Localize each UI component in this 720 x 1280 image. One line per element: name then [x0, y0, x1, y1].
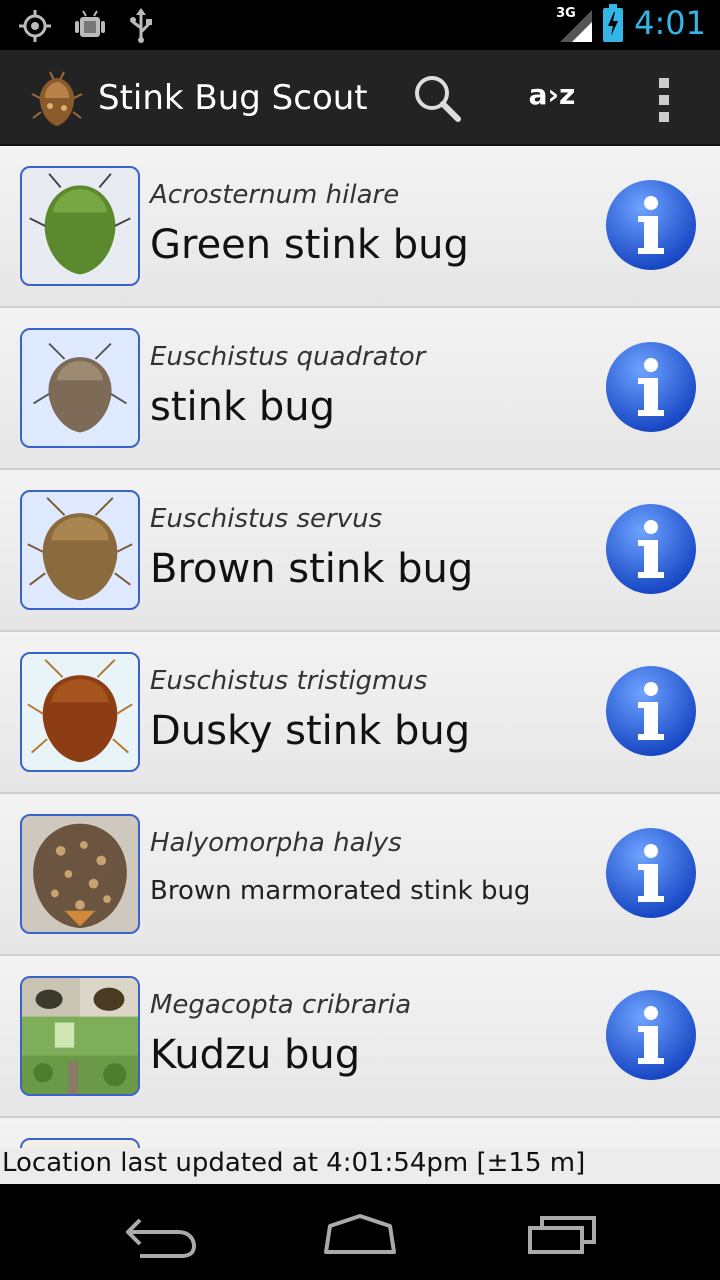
- list-item[interactable]: Euschistus quadrator stink bug: [0, 308, 720, 470]
- recent-apps-icon[interactable]: [522, 1208, 602, 1258]
- species-thumbnail: [20, 652, 140, 772]
- scientific-name: Acrosternum hilare: [150, 180, 400, 210]
- scientific-name: Megacopta cribraria: [150, 990, 412, 1020]
- bug-image-green: [29, 173, 131, 275]
- search-icon[interactable]: [410, 72, 466, 124]
- action-bar: Stink Bug Scout a›z: [0, 50, 720, 146]
- overflow-menu-icon[interactable]: [650, 74, 678, 126]
- sort-az-button[interactable]: a›z: [520, 78, 584, 111]
- location-status: Location last updated at 4:01:54pm [±15 …: [0, 1148, 720, 1184]
- info-icon[interactable]: [604, 826, 698, 920]
- common-name: Brown stink bug: [150, 546, 474, 592]
- info-icon[interactable]: [604, 988, 698, 1082]
- signal-indicator: 3G: [556, 4, 593, 42]
- usb-icon: [130, 8, 152, 43]
- list-item[interactable]: Megacopta cribraria Kudzu bug: [0, 956, 720, 1118]
- bug-image-gray: [33, 342, 127, 433]
- species-thumbnail: [20, 814, 140, 934]
- list-item[interactable]: Euschistus tristigmus Dusky stink bug: [0, 632, 720, 794]
- info-icon[interactable]: [604, 664, 698, 758]
- scientific-name: Halyomorpha halys: [150, 828, 402, 858]
- common-name: stink bug: [150, 384, 335, 430]
- info-icon[interactable]: [604, 178, 698, 272]
- app-title: Stink Bug Scout: [98, 78, 368, 118]
- common-name: Dusky stink bug: [150, 708, 471, 754]
- signal-icon: [560, 10, 593, 42]
- list-item[interactable]: Euschistus servus Brown stink bug: [0, 470, 720, 632]
- common-name: Brown marmorated stink bug: [150, 876, 531, 906]
- home-icon[interactable]: [320, 1208, 400, 1258]
- common-name: Green stink bug: [150, 222, 469, 268]
- status-icons-right: 3G 4:01: [556, 4, 706, 42]
- android-debug-icon: [75, 10, 105, 37]
- bug-image-brown: [27, 497, 133, 601]
- battery-icon: [603, 4, 624, 42]
- common-name: Kudzu bug: [150, 1032, 361, 1078]
- navigation-bar: [0, 1184, 720, 1280]
- species-thumbnail: [20, 328, 140, 448]
- species-thumbnail: [20, 976, 140, 1096]
- status-icons-left: [18, 8, 154, 44]
- species-list[interactable]: Acrosternum hilare Green stink bug Eusch…: [0, 146, 720, 1184]
- clock: 4:01: [634, 4, 706, 42]
- scientific-name: Euschistus servus: [150, 504, 383, 534]
- gps-icon: [19, 10, 51, 42]
- info-icon[interactable]: [604, 340, 698, 434]
- status-bar: 3G 4:01: [0, 0, 720, 50]
- scientific-name: Euschistus quadrator: [150, 342, 426, 372]
- species-thumbnail: [20, 490, 140, 610]
- species-thumbnail: [20, 166, 140, 286]
- info-icon[interactable]: [604, 502, 698, 596]
- list-item[interactable]: Halyomorpha halys Brown marmorated stink…: [0, 794, 720, 956]
- scientific-name: Euschistus tristigmus: [150, 666, 428, 696]
- bug-image-kudzu: [22, 978, 138, 1094]
- back-icon[interactable]: [120, 1208, 200, 1258]
- bug-image-marmorated: [33, 823, 127, 929]
- bug-image-dusky: [27, 659, 133, 763]
- stink-bug-app-icon[interactable]: [30, 68, 84, 128]
- list-item[interactable]: Acrosternum hilare Green stink bug: [0, 146, 720, 308]
